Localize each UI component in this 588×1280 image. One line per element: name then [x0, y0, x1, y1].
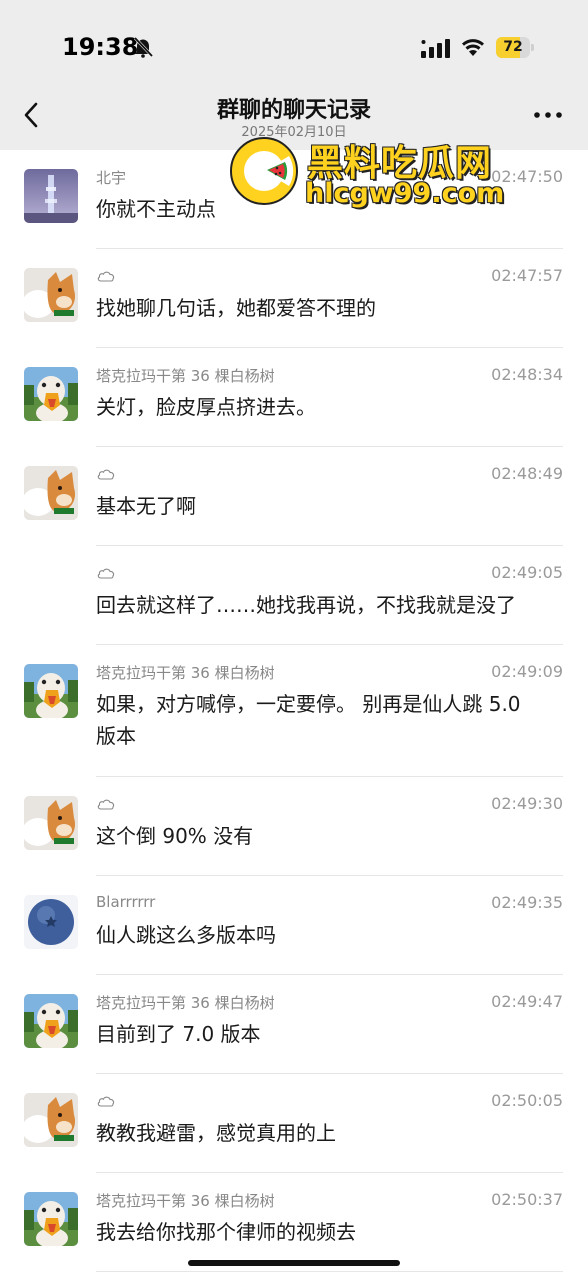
- message-text: 版本: [96, 724, 136, 748]
- avatar[interactable]: [24, 664, 78, 718]
- message-item[interactable]: 02:50:05 教教我避雷，感觉真用的上: [0, 1074, 588, 1173]
- avatar[interactable]: [24, 169, 78, 223]
- message-time: 02:49:35: [491, 893, 563, 912]
- avatar[interactable]: [24, 796, 78, 850]
- divider: [96, 1271, 563, 1272]
- avatar[interactable]: [24, 367, 78, 421]
- message-time: 02:47:57: [491, 266, 563, 285]
- message-time: 02:48:34: [491, 365, 563, 384]
- message-time: 02:49:05: [491, 563, 563, 582]
- message-item[interactable]: 02:49:30 这个倒 90% 没有: [0, 777, 588, 876]
- message-time: 02:50:05: [491, 1091, 563, 1110]
- signal-icon: [421, 39, 450, 58]
- watermark: 黑料吃瓜网 hlcgw99.com: [225, 130, 510, 215]
- message-time: 02:48:49: [491, 464, 563, 483]
- sender-name: Blarrrrrr: [96, 893, 156, 911]
- cloud-icon: [97, 271, 115, 282]
- message-time: 02:49:30: [491, 794, 563, 813]
- sender-name: [96, 563, 116, 581]
- avatar[interactable]: [24, 1093, 78, 1147]
- message-time: 02:49:09: [491, 662, 563, 681]
- watermark-domain: hlcgw99.com: [305, 178, 505, 209]
- sender-name: [96, 794, 116, 812]
- sender-name: 北宇: [96, 169, 127, 187]
- sender-name: 塔克拉玛干第 36 棵白杨树: [96, 367, 275, 385]
- battery-level: 72: [503, 39, 523, 55]
- status-time: 19:38: [62, 33, 139, 61]
- bell-slash-icon: [133, 36, 154, 58]
- message-text: 这个倒 90% 没有: [96, 824, 254, 848]
- message-item[interactable]: 塔克拉玛干第 36 棵白杨树 02:50:37 我去给你找那个律师的视频去: [0, 1173, 588, 1272]
- message-text: 目前到了 7.0 版本: [96, 1022, 261, 1046]
- wifi-icon: [462, 39, 484, 56]
- sender-name: 塔克拉玛干第 36 棵白杨树: [96, 664, 275, 682]
- message-list: 北宇 02:47:50 你就不主动点 02:47:57 找她聊几句话，她都爱答不理的 塔克…: [0, 150, 588, 1272]
- message-item[interactable]: 塔克拉玛干第 36 棵白杨树 02:49:09 如果，对方喊停，一定要停。 别再是仙…: [0, 645, 588, 777]
- avatar[interactable]: [24, 994, 78, 1048]
- message-text: 回去就这样了……她找我再说，不找我就是没了: [96, 593, 516, 617]
- message-time: 02:50:37: [491, 1190, 563, 1209]
- cloud-icon: [97, 568, 115, 579]
- more-dots-icon[interactable]: [533, 110, 563, 120]
- home-indicator[interactable]: [188, 1260, 400, 1266]
- message-item[interactable]: 02:48:49 基本无了啊: [0, 447, 588, 546]
- avatar[interactable]: [24, 895, 78, 949]
- cloud-icon: [97, 469, 115, 480]
- avatar[interactable]: [24, 1192, 78, 1246]
- chat-header: 19:38 72 群聊的聊天记录 2025年02月10日: [0, 0, 588, 150]
- sender-name: [96, 266, 116, 284]
- message-item[interactable]: Blarrrrrr 02:49:35 仙人跳这么多版本吗: [0, 876, 588, 975]
- message-text: 基本无了啊: [96, 494, 196, 518]
- message-text: 如果，对方喊停，一定要停。 别再是仙人跳 5.0: [96, 692, 521, 716]
- avatar[interactable]: [24, 268, 78, 322]
- message-item[interactable]: 塔克拉玛干第 36 棵白杨树 02:48:34 关灯，脸皮厚点挤进去。: [0, 348, 588, 447]
- message-text: 教教我避雷，感觉真用的上: [96, 1121, 336, 1145]
- message-text: 找她聊几句话，她都爱答不理的: [96, 296, 376, 320]
- sender-name: [96, 464, 116, 482]
- cloud-icon: [97, 799, 115, 810]
- avatar[interactable]: [24, 466, 78, 520]
- sender-name: 塔克拉玛干第 36 棵白杨树: [96, 994, 275, 1012]
- cloud-icon: [97, 1096, 115, 1107]
- message-text: 仙人跳这么多版本吗: [96, 923, 276, 947]
- message-item[interactable]: 02:47:57 找她聊几句话，她都爱答不理的: [0, 249, 588, 348]
- sender-name: [96, 1091, 116, 1109]
- battery-indicator: 72: [496, 37, 534, 58]
- message-time: 02:49:47: [491, 992, 563, 1011]
- message-text: 关灯，脸皮厚点挤进去。: [96, 395, 316, 419]
- message-text: 我去给你找那个律师的视频去: [96, 1220, 356, 1244]
- sender-name: 塔克拉玛干第 36 棵白杨树: [96, 1192, 275, 1210]
- watermelon-logo-icon: [230, 137, 298, 205]
- page-title: 群聊的聊天记录: [216, 98, 371, 123]
- message-item[interactable]: 02:49:05 回去就这样了……她找我再说，不找我就是没了: [0, 546, 588, 645]
- message-item[interactable]: 塔克拉玛干第 36 棵白杨树 02:49:47 目前到了 7.0 版本: [0, 975, 588, 1074]
